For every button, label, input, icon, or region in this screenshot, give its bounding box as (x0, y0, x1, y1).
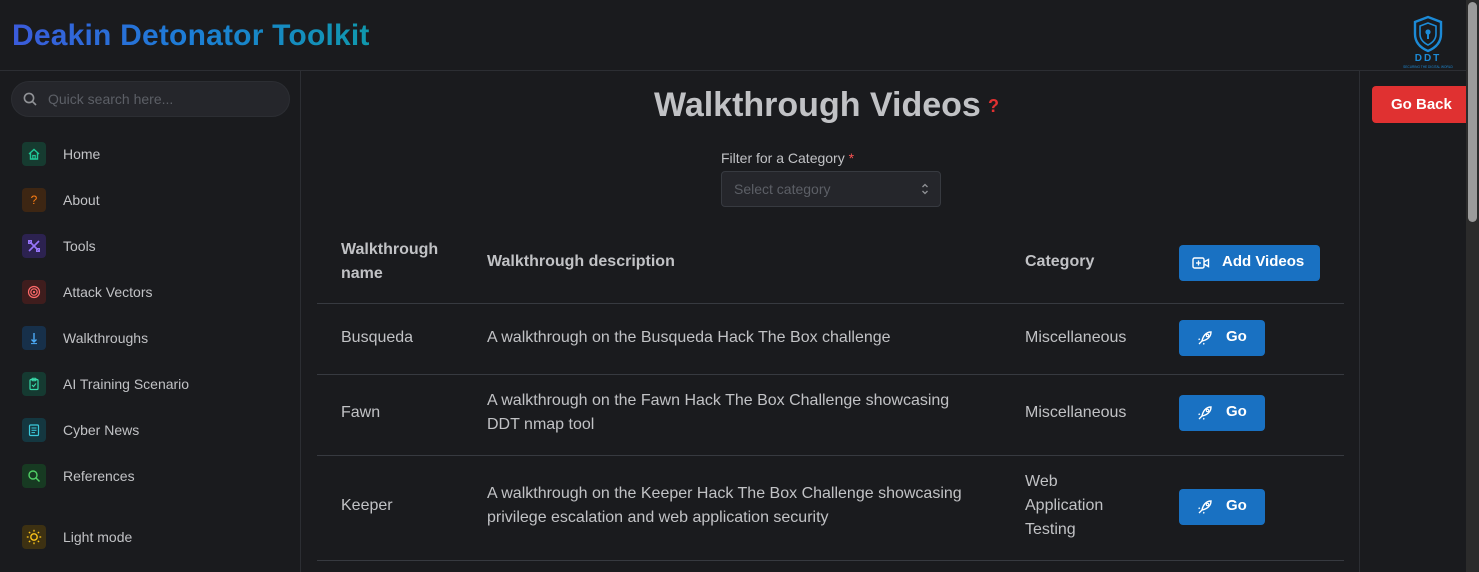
category-select[interactable]: Select category (721, 171, 941, 207)
sidebar-item-label: References (63, 468, 135, 484)
video-plus-icon (1192, 257, 1210, 269)
row-description-line: A walkthrough on the Keeper Hack The Box… (487, 485, 962, 502)
table-row: Keeper A walkthrough on the Keeper Hack … (317, 456, 1344, 561)
target-icon (22, 280, 46, 304)
go-button[interactable]: Go (1179, 395, 1265, 431)
rocket-icon (1198, 500, 1212, 514)
scrollbar[interactable] (1466, 0, 1479, 572)
sidebar-item-home[interactable]: Home (11, 135, 290, 173)
sidebar: Home ? About Tools Attack Vectors Walkth… (0, 71, 301, 572)
sidebar-item-label: Tools (63, 238, 96, 254)
theme-toggle[interactable]: Light mode (11, 518, 290, 556)
go-label: Go (1226, 497, 1247, 514)
rocket-icon (1198, 331, 1212, 345)
table-row: Fawn A walkthrough on the Fawn Hack The … (317, 375, 1344, 456)
sidebar-item-cyber-news[interactable]: Cyber News (11, 411, 290, 449)
row-description-line: privilege escalation and web application… (487, 509, 829, 526)
app-header: Deakin Detonator Toolkit DDT SECURING TH… (0, 0, 1466, 71)
row-name: Fawn (341, 404, 381, 421)
go-label: Go (1226, 328, 1247, 345)
clipboard-icon (22, 372, 46, 396)
sidebar-item-tools[interactable]: Tools (11, 227, 290, 265)
filter-label-text: Filter for a Category (721, 150, 845, 166)
filter-label: Filter for a Category * (721, 150, 854, 166)
row-category-line: Miscellaneous (1025, 329, 1127, 346)
category-select-placeholder: Select category (734, 181, 831, 197)
sidebar-item-label: Cyber News (63, 422, 140, 438)
scrollbar-thumb[interactable] (1468, 2, 1477, 222)
tools-icon (22, 234, 46, 258)
header-description: Walkthrough description (487, 253, 675, 270)
sidebar-item-about[interactable]: ? About (11, 181, 290, 219)
go-label: Go (1226, 403, 1247, 420)
row-category-line: Web (1025, 473, 1058, 490)
ddt-logo: DDT SECURING THE DIGITAL WORLD (1396, 14, 1460, 70)
row-description: A walkthrough on the Keeper Hack The Box… (487, 482, 962, 530)
sun-icon (22, 525, 46, 549)
logo-text: DDT (1415, 53, 1442, 64)
add-videos-label: Add Videos (1222, 253, 1305, 270)
search-box (11, 81, 290, 117)
row-category: Miscellaneous (1025, 401, 1126, 425)
search-icon (23, 92, 37, 106)
sidebar-item-label: Walkthroughs (63, 330, 149, 346)
sidebar-item-label: Home (63, 146, 101, 162)
row-category: Web Application Testing (1025, 470, 1103, 542)
go-back-button[interactable]: Go Back (1372, 86, 1470, 123)
row-description-line: DDT nmap tool (487, 416, 595, 433)
header-name: Walkthrough name (341, 238, 438, 286)
row-description-line: A walkthrough on the Fawn Hack The Box C… (487, 392, 950, 409)
sidebar-item-ai-training-scenario[interactable]: AI Training Scenario (11, 365, 290, 403)
row-description-line: A walkthrough on the Busqueda Hack The B… (487, 329, 891, 346)
row-category-line: Testing (1025, 521, 1076, 538)
question-icon: ? (22, 188, 46, 212)
sidebar-item-label: About (63, 192, 100, 208)
row-description: A walkthrough on the Fawn Hack The Box C… (487, 389, 949, 437)
sidebar-item-references[interactable]: References (11, 457, 290, 495)
sidebar-item-walkthroughs[interactable]: Walkthroughs (11, 319, 290, 357)
sidebar-item-label: AI Training Scenario (63, 376, 190, 392)
row-category: Miscellaneous (1025, 326, 1126, 350)
help-icon[interactable]: ? (988, 96, 999, 117)
row-category-line: Application (1025, 497, 1104, 514)
row-name: Busqueda (341, 329, 414, 346)
table-row: Busqueda A walkthrough on the Busqueda H… (317, 304, 1344, 375)
header-category: Category (1025, 253, 1095, 270)
theme-toggle-label: Light mode (63, 529, 133, 545)
news-icon (22, 418, 46, 442)
row-name: Keeper (341, 497, 393, 514)
page-title: Walkthrough Videos (654, 86, 981, 124)
arrow-down-icon (22, 326, 46, 350)
go-button[interactable]: Go (1179, 320, 1265, 356)
row-category-line: Miscellaneous (1025, 404, 1127, 421)
required-mark: * (848, 150, 855, 166)
sidebar-item-attack-vectors[interactable]: Attack Vectors (11, 273, 290, 311)
app-title: Deakin Detonator Toolkit (12, 19, 370, 52)
add-videos-button[interactable]: Add Videos (1179, 245, 1320, 281)
search-input[interactable] (48, 82, 284, 116)
go-button[interactable]: Go (1179, 489, 1265, 525)
sidebar-item-label: Attack Vectors (63, 284, 153, 300)
header-name-line2: name (341, 265, 383, 282)
rocket-icon (1198, 406, 1212, 420)
table-header: Walkthrough name Walkthrough description… (317, 226, 1344, 304)
home-icon (22, 142, 46, 166)
header-name-line1: Walkthrough (341, 241, 439, 258)
chevron-up-down-icon (922, 183, 928, 195)
row-description: A walkthrough on the Busqueda Hack The B… (487, 326, 891, 350)
search-icon (22, 464, 46, 488)
right-pane (1359, 71, 1466, 572)
logo-tagline: SECURING THE DIGITAL WORLD (1403, 65, 1453, 69)
